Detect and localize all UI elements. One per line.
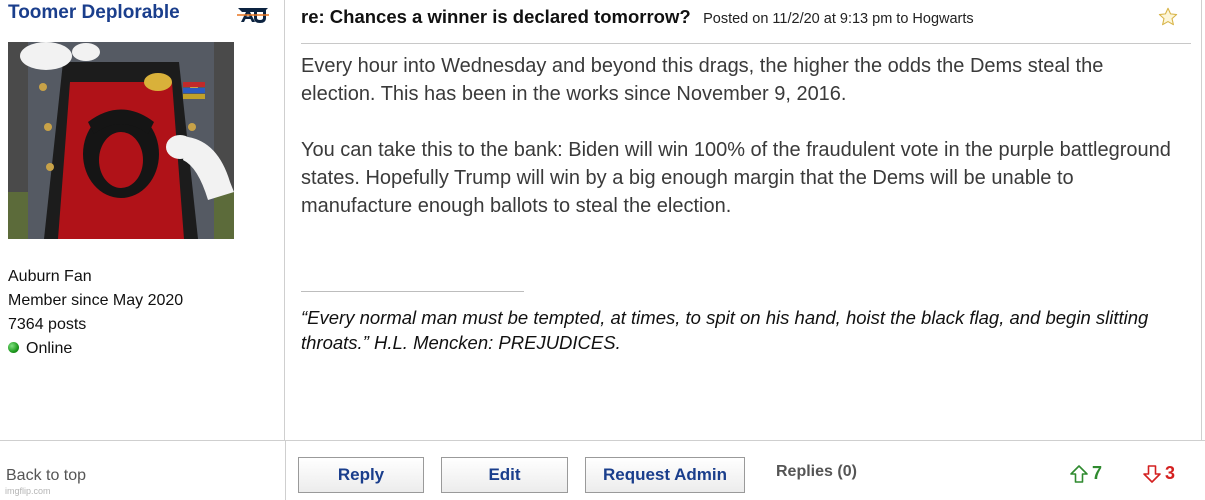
auburn-au-logo-icon	[237, 8, 269, 23]
user-member-since: Member since May 2020	[8, 292, 184, 309]
user-info: Auburn Fan Member since May 2020 7364 po…	[8, 265, 183, 361]
star-outline-icon[interactable]	[1157, 6, 1179, 28]
post-meta[interactable]: Posted on 11/2/20 at 9:13 pm to Hogwarts	[703, 11, 974, 27]
user-signature: “Every normal man must be tempted, at ti…	[301, 307, 1149, 353]
downvote-control[interactable]: 3	[1142, 463, 1175, 484]
post-title: re: Chances a winner is declared tomorro…	[301, 6, 691, 27]
downvote-count: 3	[1165, 463, 1176, 483]
online-status-icon	[8, 342, 19, 353]
back-to-top-link[interactable]: Back to top	[6, 467, 86, 485]
signature-divider	[301, 291, 524, 292]
arrow-up-outline-icon[interactable]	[1069, 464, 1089, 484]
post-panel: re: Chances a winner is declared tomorro…	[285, 0, 1202, 440]
username-link[interactable]: Toomer Deplorable	[8, 2, 180, 24]
reply-button[interactable]: Reply	[298, 457, 424, 493]
user-online-status: Online	[8, 337, 183, 361]
request-admin-button[interactable]: Request Admin	[585, 457, 745, 493]
upvote-control[interactable]: 7	[1069, 463, 1102, 484]
footer-divider	[285, 441, 286, 500]
post-body: Every hour into Wednesday and beyond thi…	[301, 52, 1181, 248]
post-paragraph: Every hour into Wednesday and beyond thi…	[301, 55, 1104, 105]
imgflip-watermark: imgflip.com	[5, 486, 51, 496]
user-fan-of: Auburn Fan	[8, 268, 92, 285]
edit-button[interactable]: Edit	[441, 457, 568, 493]
online-status-label: Online	[26, 340, 73, 357]
post-footer: Back to top Reply Edit Request Admin Rep…	[0, 440, 1205, 500]
user-post-count: 7364 posts	[8, 316, 87, 333]
replies-count[interactable]: Replies (0)	[776, 463, 857, 481]
forum-post: Toomer Deplorable Auburn Fan Member sinc…	[0, 0, 1205, 500]
upvote-count: 7	[1092, 463, 1103, 483]
arrow-down-outline-icon[interactable]	[1142, 464, 1162, 484]
post-paragraph: You can take this to the bank: Biden wil…	[301, 139, 1171, 217]
user-panel: Toomer Deplorable Auburn Fan Member sinc…	[0, 0, 285, 440]
post-header: re: Chances a winner is declared tomorro…	[301, 6, 1191, 44]
user-avatar-image	[8, 42, 234, 239]
